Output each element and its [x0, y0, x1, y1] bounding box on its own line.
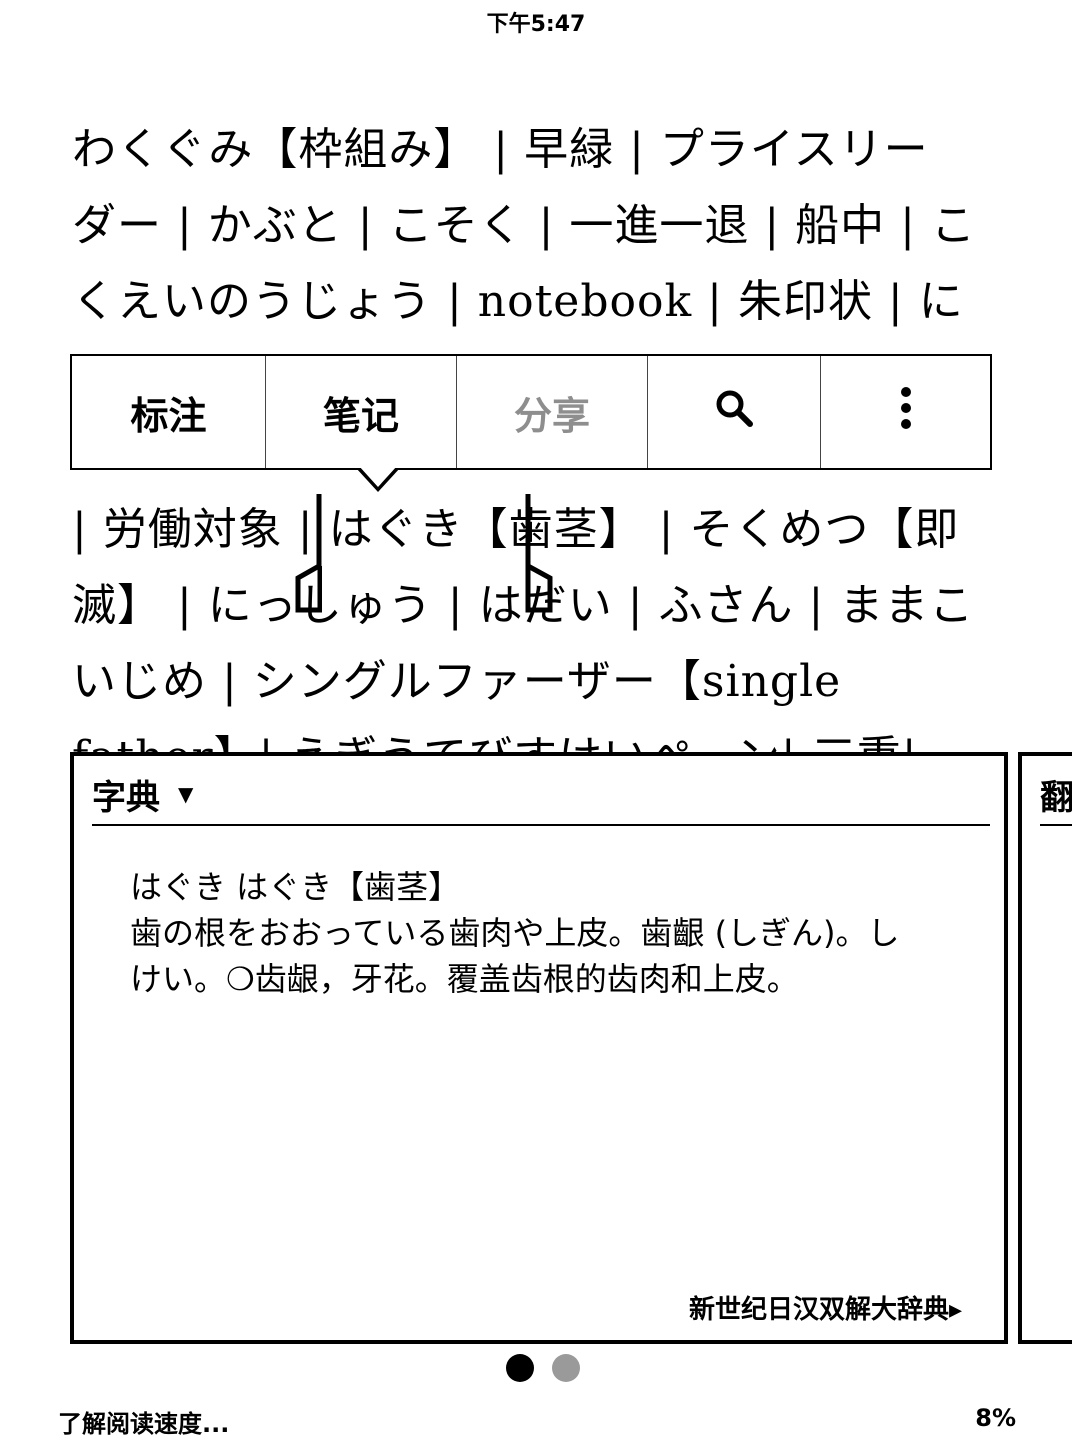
translation-card-peek[interactable]: 翻	[1018, 752, 1072, 1344]
status-time: 下午5:47	[486, 12, 586, 37]
selection-end-handle[interactable]	[524, 494, 554, 614]
reader-line: わくぐみ【枠組み】 | 早緑 | プライスリー	[72, 124, 929, 175]
pager-dot[interactable]	[552, 1354, 580, 1382]
search-button[interactable]	[648, 356, 821, 468]
popup-caret-inner	[359, 466, 397, 487]
reading-speed-link[interactable]: 了解阅读速度...	[58, 1404, 229, 1439]
search-icon	[714, 388, 754, 437]
pager-dot-active[interactable]	[506, 1354, 534, 1382]
dictionary-source-link[interactable]: 新世纪日汉双解大辞典▸	[689, 1289, 962, 1326]
dictionary-entry: はぐき はぐき【歯茎】 歯の根をおおっている歯肉や上皮。歯齦 (しぎん)。しけい…	[130, 864, 930, 1002]
reader-line: father】| えぎうてびすけいぺーン| 三重|	[72, 720, 1002, 752]
dictionary-card[interactable]: 字典 ▼ はぐき はぐき【歯茎】 歯の根をおおっている歯肉や上皮。歯齦 (しぎん…	[70, 752, 1008, 1344]
card-pager[interactable]	[506, 1354, 580, 1382]
selection-start-handle[interactable]	[292, 494, 323, 614]
dropdown-triangle-icon: ▼	[178, 782, 194, 806]
selection-popup-menu: 标注 笔记 分享	[70, 354, 992, 470]
divider	[92, 824, 990, 826]
note-button[interactable]: 笔记	[266, 356, 457, 468]
dictionary-header-label: 字典	[92, 777, 160, 818]
divider	[1040, 824, 1072, 826]
share-button[interactable]: 分享	[457, 356, 648, 468]
translation-card-title: 翻	[1040, 778, 1072, 818]
annotate-button[interactable]: 标注	[72, 356, 266, 468]
reader-line: ダー | かぶと | こそく | 一進一退 | 船中 | こ	[72, 200, 976, 251]
dictionary-headword: はぐき はぐき【歯茎】	[130, 868, 461, 906]
reader-line: くえいのうじょう | notebook | 朱印状 | に	[72, 276, 964, 327]
reading-progress: 8%	[975, 1404, 1016, 1432]
reader-line: いじめ | シングルファーザー【single	[72, 656, 842, 707]
dictionary-definition: 歯の根をおおっている歯肉や上皮。歯齦 (しぎん)。しけい。❍齿龈，牙花。覆盖齿根…	[130, 914, 900, 998]
more-vertical-icon	[900, 386, 912, 439]
more-button[interactable]	[821, 356, 990, 468]
dictionary-selector[interactable]: 字典 ▼	[92, 770, 193, 818]
